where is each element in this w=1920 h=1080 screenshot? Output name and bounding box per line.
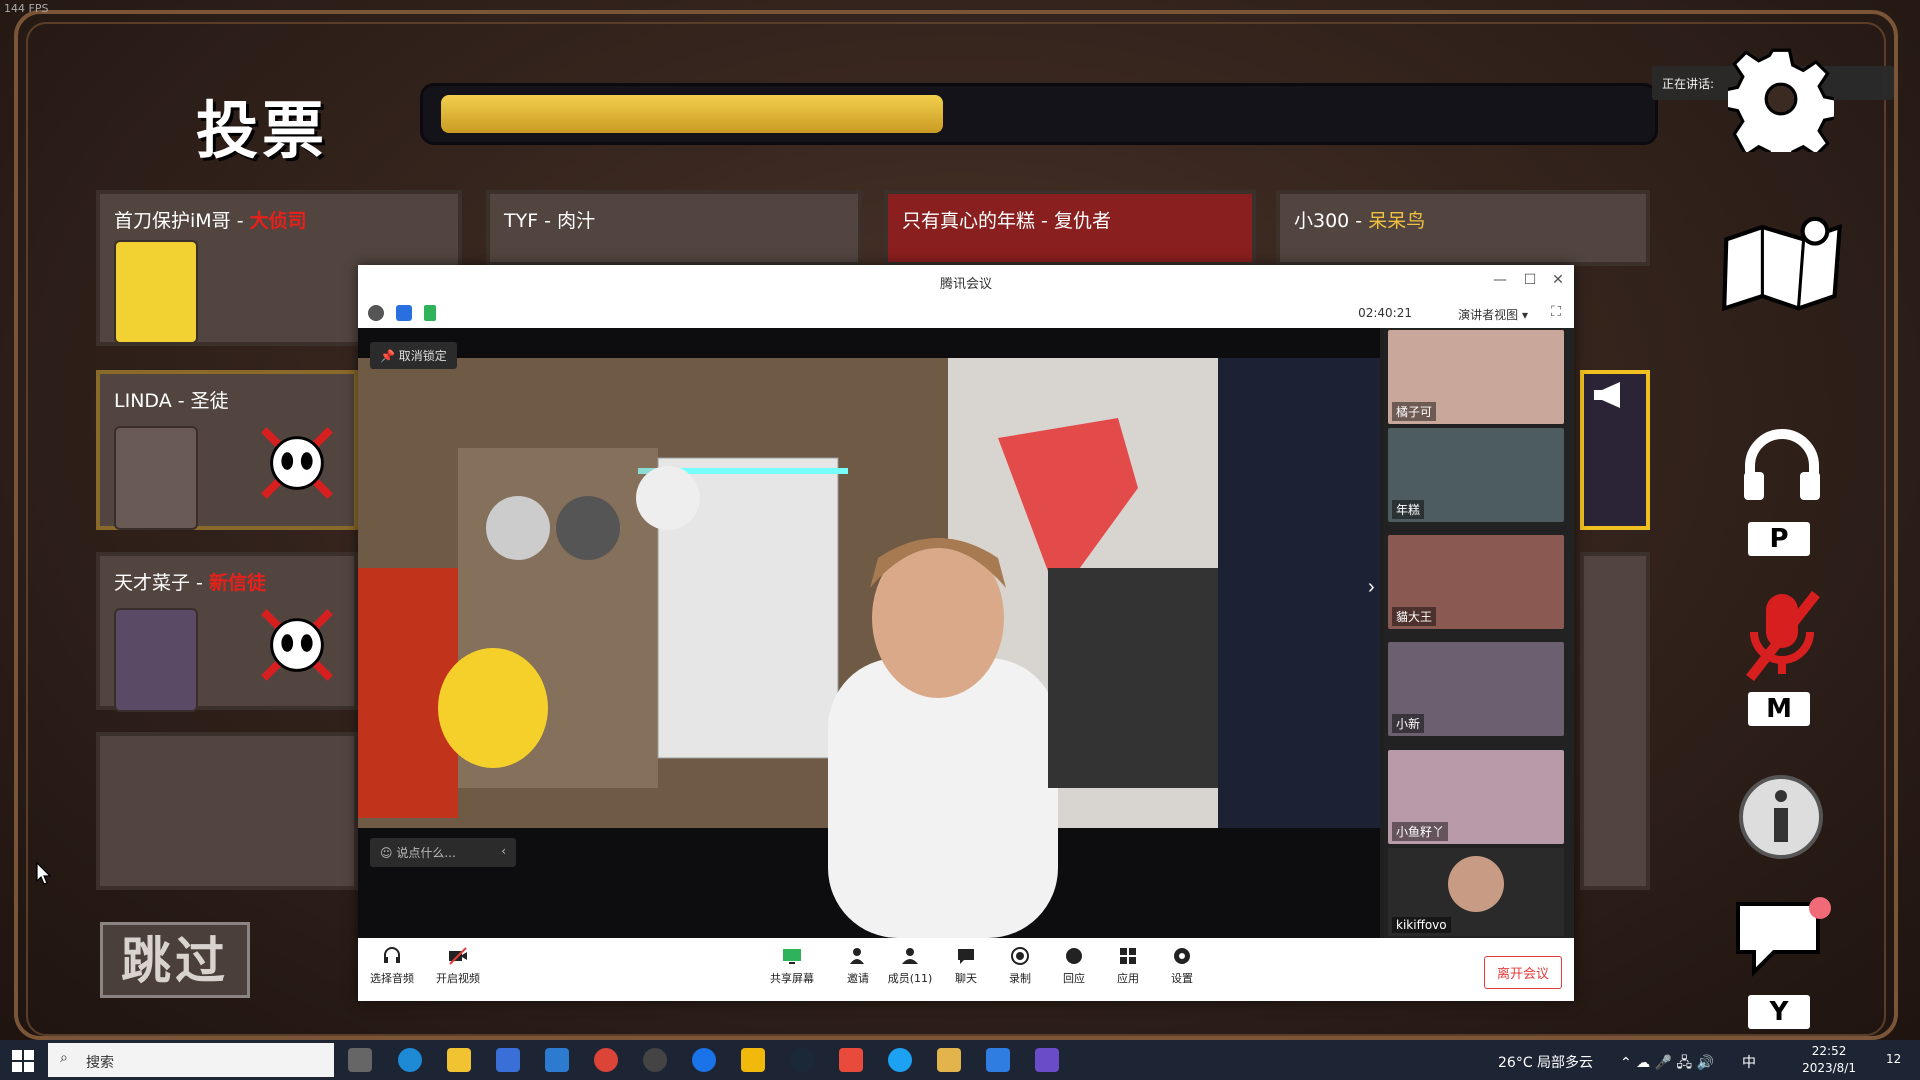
weather-text[interactable]: 26°C 局部多云	[1498, 1052, 1593, 1072]
vote-title: 投票	[196, 94, 329, 167]
mic-muted-icon[interactable]	[1736, 586, 1828, 686]
player-card[interactable]: 天才菜子 - 新信徒	[96, 552, 358, 712]
react-button[interactable]: 回应	[1044, 946, 1104, 986]
app-icon[interactable]	[839, 1048, 863, 1072]
minimize-icon[interactable]: —	[1490, 272, 1510, 288]
kook-icon[interactable]	[692, 1048, 716, 1072]
windows-start-icon[interactable]	[12, 1050, 34, 1072]
speaking-label: 正在讲话:	[1662, 77, 1715, 91]
player-title: 天才菜子 - 新信徒	[114, 572, 266, 594]
task-view-icon[interactable]	[348, 1048, 372, 1072]
steam-icon[interactable]	[790, 1048, 814, 1072]
binance-icon[interactable]	[741, 1048, 765, 1072]
info-icon[interactable]	[368, 305, 384, 321]
participant-tile[interactable]: 小鱼籽丫	[1388, 750, 1564, 844]
svg-text:›: ›	[1368, 576, 1375, 598]
vote-timer-fill	[441, 95, 943, 133]
mute-key: M	[1748, 692, 1810, 726]
chat-input[interactable]: ☺ 说点什么... ‹	[370, 838, 516, 867]
store-icon[interactable]	[496, 1048, 520, 1072]
mouse-cursor-icon	[36, 862, 52, 885]
participant-thumbnails: 橘子可 年糕 貓大王 小新 小鱼籽丫 kikiffovo	[1384, 328, 1574, 938]
apps-button[interactable]: 应用	[1098, 946, 1158, 986]
chat-key: Y	[1748, 995, 1810, 1029]
player-avatar	[114, 426, 198, 530]
elapsed-time: 02:40:21	[1358, 306, 1412, 320]
vote-timer-bar	[420, 83, 1658, 145]
player-card-partial	[1580, 370, 1650, 530]
goose-goose-duck-icon[interactable]	[937, 1048, 961, 1072]
player-card[interactable]: 小300 - 呆呆鸟	[1276, 190, 1650, 266]
video-button[interactable]: 开启视频	[428, 946, 488, 986]
avatar	[1448, 856, 1504, 912]
windows-taskbar: ⌕ 搜索 26°C 局部多云 ⌃ ☁ 🎤 🖧 🔊 中 22:52 2023/8/…	[0, 1040, 1920, 1080]
app-icon[interactable]	[1035, 1048, 1059, 1072]
close-icon[interactable]: ✕	[1548, 272, 1568, 288]
main-video: › 📌 取消锁定 ☺ 说点什么... ‹	[358, 328, 1380, 938]
player-title: 小300 - 呆呆鸟	[1294, 210, 1426, 232]
empty-player-slot	[96, 732, 358, 890]
settings-button[interactable]: 设置	[1152, 946, 1212, 986]
invite-button[interactable]: 邀请	[828, 946, 888, 986]
unlock-pin-button[interactable]: 📌 取消锁定	[370, 342, 457, 369]
search-icon: ⌕	[60, 1050, 68, 1066]
player-title: LINDA - 圣徒	[114, 390, 229, 412]
meeting-info-bar: 02:40:21 演讲者视图 ▾ ⛶	[358, 298, 1574, 328]
chat-button[interactable]: 聊天	[936, 946, 996, 986]
app-icon[interactable]	[888, 1048, 912, 1072]
skip-vote-button[interactable]: 跳过	[100, 922, 250, 998]
chat-icon[interactable]	[1734, 896, 1832, 980]
maximize-icon[interactable]: ☐	[1520, 272, 1540, 288]
meeting-controls: 选择音频 开启视频 共享屏幕 邀请 成员(11) 聊天 录制 回应 应用 设置 …	[358, 938, 1574, 1001]
player-card-partial	[1580, 552, 1650, 890]
player-title: TYF - 肉汁	[504, 210, 596, 232]
app-icon[interactable]	[643, 1048, 667, 1072]
shield-icon[interactable]	[396, 305, 412, 321]
audio-button[interactable]: 选择音频	[362, 946, 422, 986]
fps-counter: 144 FPS	[4, 2, 49, 15]
leave-meeting-button[interactable]: 离开会议	[1483, 956, 1562, 989]
meeting-title: 腾讯会议	[939, 277, 992, 292]
player-avatar	[114, 240, 198, 344]
file-explorer-icon[interactable]	[447, 1048, 471, 1072]
push-to-talk-key: P	[1748, 522, 1810, 556]
meeting-titlebar: 腾讯会议 — ☐ ✕	[358, 265, 1574, 299]
dead-ghost-icon	[261, 427, 333, 499]
headphones-icon[interactable]	[1740, 428, 1824, 502]
player-title: 首刀保护iM哥 - 大侦司	[114, 210, 307, 232]
info-icon[interactable]	[1736, 772, 1826, 862]
participant-tile[interactable]: kikiffovo	[1388, 848, 1564, 936]
map-icon[interactable]	[1716, 208, 1850, 312]
settings-gear-icon[interactable]	[1728, 46, 1834, 152]
edge-icon[interactable]	[398, 1048, 422, 1072]
player-title: 只有真心的年糕 - 复仇者	[902, 210, 1111, 232]
participant-tile[interactable]: 小新	[1388, 642, 1564, 736]
meeting-window: 腾讯会议 — ☐ ✕ 02:40:21 演讲者视图 ▾ ⛶ › 📌 取消锁定 ☺…	[358, 265, 1574, 1001]
dead-ghost-icon	[261, 609, 333, 681]
record-button[interactable]: 录制	[990, 946, 1050, 986]
participant-tile[interactable]: 年糕	[1388, 428, 1564, 522]
ime-indicator[interactable]: 中	[1742, 1052, 1756, 1072]
tray-icons[interactable]: ⌃ ☁ 🎤 🖧 🔊	[1620, 1052, 1714, 1076]
participant-tile[interactable]: 貓大王	[1388, 535, 1564, 629]
members-button[interactable]: 成员(11)	[880, 946, 940, 986]
fullscreen-icon[interactable]: ⛶	[1546, 304, 1566, 320]
signal-icon[interactable]	[424, 305, 436, 321]
share-screen-button[interactable]: 共享屏幕	[762, 946, 822, 986]
notification-count[interactable]: 12	[1886, 1052, 1901, 1066]
player-card[interactable]: 只有真心的年糕 - 复仇者	[884, 190, 1256, 266]
mail-icon[interactable]	[545, 1048, 569, 1072]
participant-tile[interactable]: 橘子可	[1388, 330, 1564, 424]
view-mode-dropdown[interactable]: 演讲者视图 ▾	[1458, 306, 1528, 323]
player-avatar	[114, 608, 198, 712]
player-card[interactable]: LINDA - 圣徒	[96, 370, 358, 530]
taskbar-clock[interactable]: 22:52 2023/8/1	[1802, 1043, 1856, 1077]
taskbar-search-input[interactable]: ⌕ 搜索	[48, 1043, 334, 1077]
player-card[interactable]: TYF - 肉汁	[486, 190, 862, 266]
megaphone-icon	[1594, 382, 1620, 408]
chrome-icon[interactable]	[594, 1048, 618, 1072]
tencent-meeting-icon[interactable]	[986, 1048, 1010, 1072]
